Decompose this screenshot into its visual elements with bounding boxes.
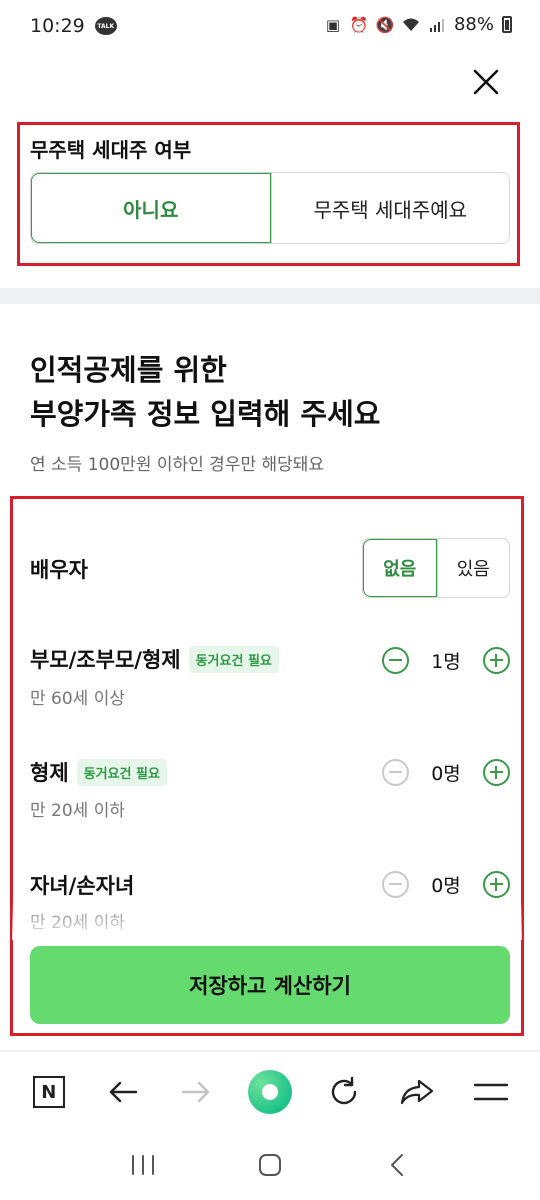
homeless-householder-toggle: 아니요 무주택 세대주예요 bbox=[30, 172, 510, 244]
share-icon bbox=[401, 1079, 434, 1105]
recent-apps-icon bbox=[132, 1155, 155, 1175]
siblings-count: 0명 bbox=[431, 762, 461, 785]
children-stepper: 0명 bbox=[382, 869, 510, 899]
minus-icon bbox=[389, 659, 402, 661]
plus-button[interactable] bbox=[482, 758, 510, 786]
siblings-stepper: 0명 bbox=[382, 757, 510, 787]
battery-percent: 88% bbox=[453, 14, 494, 35]
homeless-householder-section: 무주택 세대주 여부 아니요 무주택 세대주예요 bbox=[0, 120, 540, 288]
children-count: 0명 bbox=[431, 874, 461, 897]
naver-home-button[interactable]: N bbox=[27, 1070, 71, 1114]
recent-apps-button[interactable] bbox=[121, 1143, 165, 1187]
system-nav-bar bbox=[0, 1130, 540, 1200]
refresh-icon bbox=[331, 1076, 356, 1105]
siblings-sub: 만 20세 이하 bbox=[30, 801, 125, 821]
wifi-icon bbox=[402, 16, 420, 34]
dependents-subtext: 연 소득 100만원 이하인 경우만 해당돼요 bbox=[30, 455, 325, 475]
parents-count: 1명 bbox=[431, 650, 461, 673]
green-ball-icon bbox=[247, 1070, 292, 1114]
bottom-separator bbox=[0, 1050, 540, 1052]
save-and-calculate-button[interactable]: 저장하고 계산하기 bbox=[30, 946, 510, 1024]
spouse-label: 배우자 bbox=[30, 554, 88, 584]
minus-icon bbox=[389, 771, 402, 773]
parents-stepper: 1명 bbox=[382, 645, 510, 675]
children-label-text: 자녀/손자녀 bbox=[30, 874, 135, 898]
plus-icon-vertical bbox=[495, 765, 498, 779]
plus-icon-vertical bbox=[495, 877, 498, 891]
siblings-label-text: 형제 bbox=[30, 761, 69, 785]
section-divider bbox=[0, 288, 540, 304]
plus-button[interactable] bbox=[482, 870, 510, 898]
home-button[interactable] bbox=[248, 1143, 292, 1187]
status-right-group: ▣ ⏰ 🔇 88% bbox=[324, 14, 512, 35]
spouse-toggle: 없음 있음 bbox=[362, 538, 510, 598]
status-bar: 10:29 TALK ▣ ⏰ 🔇 88% bbox=[0, 0, 540, 52]
homeless-householder-label: 무주택 세대주 여부 bbox=[30, 138, 192, 162]
naver-icon: N bbox=[32, 1076, 65, 1108]
back-arrow-icon bbox=[109, 1081, 137, 1103]
battery-icon bbox=[502, 16, 512, 33]
back-button[interactable] bbox=[101, 1070, 145, 1114]
children-sub: 만 20세 이하 bbox=[30, 913, 125, 933]
heading-line-2: 부양가족 정보 입력해 주세요 bbox=[30, 397, 381, 431]
parents-sub: 만 60세 이상 bbox=[30, 689, 125, 709]
children-row-label: 자녀/손자녀 bbox=[30, 870, 134, 900]
signal-icon bbox=[428, 16, 446, 34]
status-time: 10:29 bbox=[30, 15, 85, 37]
talk-notification-icon: TALK bbox=[94, 17, 117, 35]
parents-row-label: 부모/조부모/형제 동거요건 필요 bbox=[30, 644, 279, 674]
cohabitation-required-chip: 동거요건 필요 bbox=[76, 758, 167, 786]
forward-button[interactable] bbox=[174, 1070, 218, 1114]
home-icon bbox=[258, 1154, 281, 1176]
close-button[interactable] bbox=[464, 60, 508, 104]
refresh-button[interactable] bbox=[322, 1070, 366, 1114]
spouse-option-none[interactable]: 없음 bbox=[363, 539, 437, 597]
green-dot-button[interactable] bbox=[247, 1070, 292, 1114]
minus-button[interactable] bbox=[382, 870, 409, 898]
option-no[interactable]: 아니요 bbox=[31, 173, 271, 243]
option-homeless-householder[interactable]: 무주택 세대주예요 bbox=[270, 173, 510, 243]
spouse-label-text: 배우자 bbox=[30, 558, 88, 582]
minus-button[interactable] bbox=[382, 646, 409, 674]
plus-icon-vertical bbox=[495, 653, 498, 667]
share-button[interactable] bbox=[395, 1070, 439, 1114]
close-icon bbox=[473, 69, 499, 95]
forward-arrow-icon bbox=[182, 1081, 210, 1103]
minus-icon bbox=[389, 883, 402, 885]
sync-icon: ▣ bbox=[325, 15, 341, 34]
system-back-button[interactable] bbox=[375, 1143, 419, 1187]
heading-line-1: 인적공제를 위한 bbox=[30, 353, 227, 387]
dependents-heading: 인적공제를 위한 부양가족 정보 입력해 주세요 bbox=[30, 348, 380, 436]
parents-label-text: 부모/조부모/형제 bbox=[30, 648, 181, 672]
cohabitation-required-chip: 동거요건 필요 bbox=[188, 645, 279, 673]
plus-button[interactable] bbox=[482, 646, 510, 674]
alarm-icon: ⏰ bbox=[349, 15, 369, 34]
menu-icon bbox=[474, 1083, 509, 1101]
menu-button[interactable] bbox=[469, 1070, 513, 1114]
minus-button[interactable] bbox=[382, 758, 409, 786]
spouse-option-yes[interactable]: 있음 bbox=[436, 539, 510, 597]
browser-toolbar: N bbox=[0, 1056, 540, 1128]
mute-icon: 🔇 bbox=[375, 15, 395, 34]
system-back-icon bbox=[390, 1154, 403, 1176]
siblings-row-label: 형제 동거요건 필요 bbox=[30, 757, 167, 787]
